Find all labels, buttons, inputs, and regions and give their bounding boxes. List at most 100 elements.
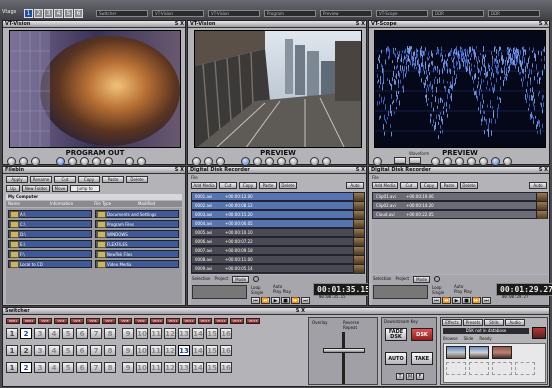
switcher-button-8[interactable]: 8 [104,362,116,373]
folder-item[interactable]: F:\ [8,250,92,258]
switcher-button-15[interactable]: 15 [206,328,218,339]
workspace-tab-2[interactable]: 2 [34,9,43,18]
source-label[interactable]: VID12 [182,318,196,324]
selection-label[interactable]: Selection [192,276,210,283]
edge-knob[interactable] [322,157,331,166]
file-menu[interactable]: File [191,175,198,180]
scope-input-button[interactable] [409,157,421,164]
zoom-knob[interactable] [265,157,274,166]
dsk-button[interactable]: DSK [411,328,433,341]
add-media-button[interactable]: Add Media [191,182,217,189]
cut-button[interactable]: Cut [400,182,418,189]
switcher-button-16[interactable]: 16 [220,362,232,373]
mode-button[interactable]: Mode [232,276,250,283]
source-label[interactable]: VID15 [230,318,244,324]
bright-knob[interactable] [7,157,16,166]
pan-knob[interactable] [92,157,101,166]
panel-close-button[interactable]: S X [356,21,365,27]
switcher-button-14[interactable]: 14 [192,328,204,339]
folder-item[interactable]: Local to CD [8,260,92,268]
switcher-button-8[interactable]: 8 [104,345,116,356]
play-play-option[interactable]: Play Play [454,289,472,294]
thumbnail-slot[interactable] [469,362,489,375]
thumbnail-slot[interactable] [492,362,512,375]
copy-button[interactable]: Copy [420,182,438,189]
prev-icon[interactable]: ⏮ [432,297,441,304]
t-button[interactable]: T [396,373,404,380]
panel-close-button[interactable]: S X [175,21,184,27]
lum-knob[interactable] [479,157,488,166]
source-label[interactable]: VID4 [54,318,68,324]
clip-row[interactable]: 0006.avi +00:00:07.22 [191,237,365,246]
rename-button[interactable]: Rename [30,176,52,183]
workspace-slot[interactable]: Preview [320,10,372,17]
panel-close-button[interactable]: S X [539,21,548,27]
thumbnail-slot[interactable] [446,362,466,375]
switcher-button-5[interactable]: 5 [62,362,74,373]
paste-button[interactable]: Paste [102,176,124,183]
thumbnail-slot[interactable] [515,362,535,375]
switcher-button-8[interactable]: 8 [104,328,116,339]
single-option[interactable]: Single [251,290,263,295]
switcher-button-13[interactable]: 13 [178,328,190,339]
workspace-slot[interactable]: Switcher [96,10,148,17]
play-icon[interactable]: ▶ [271,297,280,304]
stop-icon[interactable]: ■ [281,297,290,304]
folder-item[interactable]: C:\ [8,220,92,228]
folder-item[interactable]: Program Files [95,220,179,228]
clip-row[interactable]: 0004.avi +00:00:06.05 [191,219,365,228]
switcher-button-11[interactable]: 11 [150,345,162,356]
delete-button[interactable]: Delete [460,182,478,189]
folder-item[interactable]: Video Media [95,260,179,268]
move-button[interactable]: Move [52,185,68,192]
cut-button[interactable]: Cut [54,176,76,183]
source-label[interactable]: VID3 [38,318,52,324]
workspace-slot[interactable]: VT-Vision [208,10,260,17]
switcher-button-16[interactable]: 16 [220,345,232,356]
column-file-type[interactable]: File Type [94,201,138,207]
switcher-button-10[interactable]: 10 [136,328,148,339]
next-icon[interactable]: ⏭ [482,297,491,304]
folder-item[interactable]: Documents and Settings [95,210,179,218]
source-label[interactable]: VID8 [118,318,132,324]
play-play-option[interactable]: Play Play [273,289,291,294]
column-modified[interactable]: Modified [138,201,182,207]
prev-icon[interactable]: ⏮ [251,297,260,304]
y-knob[interactable] [443,157,452,166]
clip-row[interactable]: 0005.avi +00:00:10.10 [191,228,365,237]
ddr2-scrub-bar[interactable] [373,285,428,299]
zoom-knob[interactable] [80,157,89,166]
switcher-button-13[interactable]: 13 [178,345,190,356]
scale-knob[interactable] [503,157,512,166]
selection-label[interactable]: Selection [373,276,391,283]
mode-dial-icon[interactable] [434,276,441,282]
f-button[interactable]: F [416,373,424,380]
overlay-option[interactable]: Overlay [312,320,328,325]
scan-knob[interactable] [289,157,298,166]
switcher-button-12[interactable]: 12 [164,362,176,373]
workspace-slot[interactable]: Program [264,10,316,17]
edge-knob[interactable] [137,157,146,166]
switcher-button-4[interactable]: 4 [48,362,60,373]
browse-check[interactable]: Browse [443,336,458,341]
switcher-button-1[interactable]: 1 [6,345,18,356]
single-option[interactable]: Single [432,290,444,295]
source-label[interactable]: DDR1 [6,318,20,324]
thumbnail-1[interactable] [446,346,466,359]
switcher-button-9[interactable]: 9 [122,345,134,356]
play-icon[interactable]: ▶ [452,297,461,304]
column-name[interactable]: Name [6,201,50,207]
switcher-button-3[interactable]: 3 [34,328,46,339]
next-icon[interactable]: ⏭ [301,297,310,304]
switcher-button-2[interactable]: 2 [20,362,32,373]
switcher-button-4[interactable]: 4 [48,328,60,339]
switcher-button-7[interactable]: 7 [90,362,102,373]
tab-audio[interactable]: Audio [505,319,525,326]
folder-item[interactable]: E:\ [8,240,92,248]
rgb-knob[interactable] [467,157,476,166]
source-label[interactable]: VID6 [86,318,100,324]
clip-row[interactable]: 0007.avi +00:00:09.18 [191,246,365,255]
bright-knob[interactable] [373,157,382,166]
switcher-button-16[interactable]: 16 [220,328,232,339]
tab-stills[interactable]: Stills [484,319,504,326]
